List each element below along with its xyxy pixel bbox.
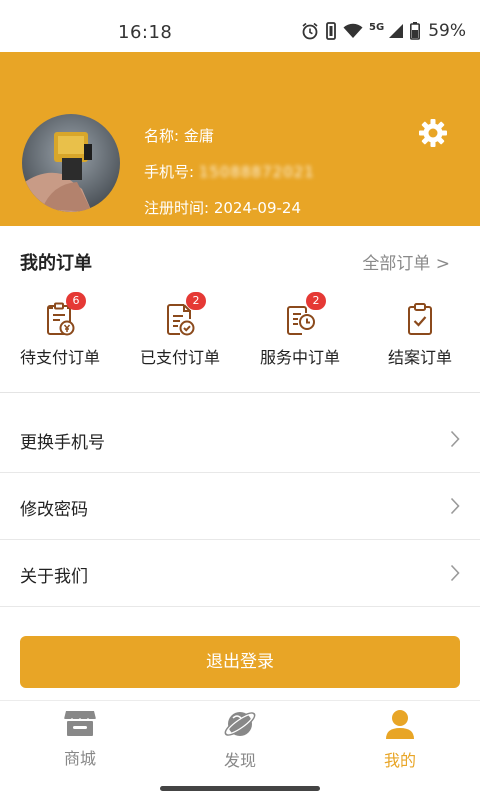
phone-label: 手机号: xyxy=(144,163,195,181)
menu-change-password-label: 修改密码 xyxy=(20,500,88,520)
gear-icon xyxy=(416,119,450,154)
vibrate-icon xyxy=(325,22,337,40)
logout-button[interactable]: 退出登录 xyxy=(20,636,460,688)
order-pending-payment-label: 待支付订单 xyxy=(19,348,100,367)
user-name: 金庸 xyxy=(183,127,214,145)
signal-icon xyxy=(388,23,404,39)
menu-change-phone[interactable]: 更换手机号 xyxy=(0,406,480,473)
tab-mine[interactable]: 我的 xyxy=(340,709,460,771)
user-icon xyxy=(383,709,417,743)
in-service-icon: 2 xyxy=(284,292,326,336)
order-closed-case-label: 结案订单 xyxy=(387,348,452,367)
order-paid[interactable]: 2 已支付订单 xyxy=(120,292,240,368)
in-service-badge: 2 xyxy=(306,292,326,310)
store-icon xyxy=(63,709,97,741)
discover-planet-icon xyxy=(223,709,257,743)
chevron-right-icon xyxy=(450,497,460,519)
tab-discover[interactable]: 发现 xyxy=(180,709,300,771)
menu-about-us[interactable]: 关于我们 xyxy=(0,540,480,607)
status-time: 16:18 xyxy=(118,22,173,43)
network-type: 5G xyxy=(369,21,385,33)
home-indicator[interactable] xyxy=(160,786,320,791)
battery-percent: 59% xyxy=(428,21,466,41)
paid-icon: 2 xyxy=(164,292,206,336)
order-paid-label: 已支付订单 xyxy=(139,348,220,367)
user-info: 名称: 金庸 手机号: 15088872021 注册时间: 2024-09-24 xyxy=(144,118,315,226)
status-icons: 5G 59% xyxy=(301,21,466,41)
settings-menu: 更换手机号 修改密码 关于我们 xyxy=(0,406,480,607)
tab-store-label: 商城 xyxy=(63,749,96,768)
my-orders-section: 我的订单 全部订单 > 6 待支付订单 2 已支付订单 2 服务中订单 结案订单 xyxy=(0,226,480,392)
battery-icon xyxy=(410,22,421,40)
all-orders-link[interactable]: 全部订单 > xyxy=(362,249,450,274)
register-label: 注册时间: xyxy=(144,199,210,217)
order-in-service[interactable]: 2 服务中订单 xyxy=(240,292,360,368)
settings-button[interactable] xyxy=(416,116,450,150)
register-row: 注册时间: 2024-09-24 xyxy=(144,190,315,226)
register-date: 2024-09-24 xyxy=(213,199,302,217)
order-closed-case[interactable]: 结案订单 xyxy=(360,302,480,368)
order-status-list: 6 待支付订单 2 已支付订单 2 服务中订单 结案订单 xyxy=(0,292,480,368)
menu-change-password[interactable]: 修改密码 xyxy=(0,473,480,540)
chevron-right-icon xyxy=(450,564,460,586)
pending-payment-badge: 6 xyxy=(66,292,86,310)
paid-badge: 2 xyxy=(186,292,206,310)
profile-header: 名称: 金庸 手机号: 15088872021 注册时间: 2024-09-24 xyxy=(0,52,480,226)
orders-title: 我的订单 xyxy=(20,253,92,274)
tab-discover-label: 发现 xyxy=(223,751,256,770)
user-name-row: 名称: 金庸 xyxy=(144,118,315,154)
avatar[interactable] xyxy=(22,114,120,212)
closed-case-icon xyxy=(404,302,436,336)
user-phone-row: 手机号: 15088872021 xyxy=(144,154,315,190)
wifi-icon xyxy=(343,23,363,39)
status-bar: 16:18 5G 59% xyxy=(0,0,480,52)
order-in-service-label: 服务中订单 xyxy=(259,348,340,367)
pending-payment-icon: 6 xyxy=(44,292,86,336)
name-label: 名称: xyxy=(144,127,180,145)
tab-mine-label: 我的 xyxy=(383,751,416,770)
section-divider xyxy=(0,392,480,393)
alarm-icon xyxy=(301,22,319,40)
user-phone: 15088872021 xyxy=(198,163,315,181)
menu-about-us-label: 关于我们 xyxy=(20,567,88,587)
chevron-right-icon xyxy=(450,430,460,452)
tab-store[interactable]: 商城 xyxy=(20,709,140,769)
menu-change-phone-label: 更换手机号 xyxy=(20,433,105,453)
order-pending-payment[interactable]: 6 待支付订单 xyxy=(0,292,120,368)
